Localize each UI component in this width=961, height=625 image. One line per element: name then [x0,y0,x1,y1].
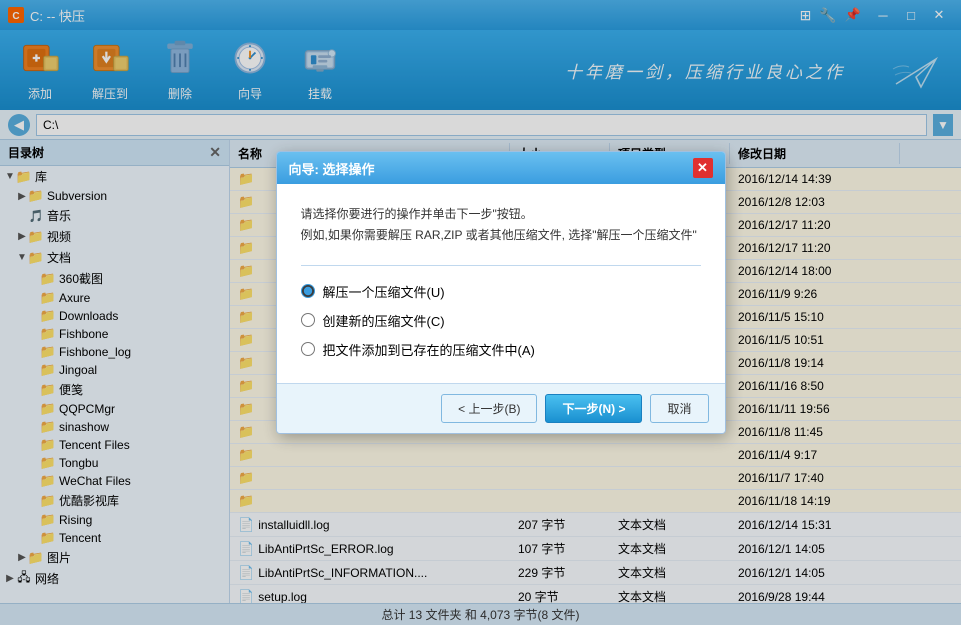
dialog-description: 请选择你要进行的操作并单击下一步"按钮。 例如,如果你需要解压 RAR,ZIP … [301,204,701,245]
dialog-overlay: 向导: 选择操作 ✕ 请选择你要进行的操作并单击下一步"按钮。 例如,如果你需要… [0,0,961,625]
radio-extract-label: 解压一个压缩文件(U) [323,282,445,301]
dialog-title-bar: 向导: 选择操作 ✕ [277,152,725,184]
next-button[interactable]: 下一步(N) > [545,394,642,423]
radio-add-input[interactable] [301,342,315,356]
radio-add-label: 把文件添加到已存在的压缩文件中(A) [323,340,535,359]
dialog-close-button[interactable]: ✕ [693,158,713,178]
prev-button[interactable]: < 上一步(B) [441,394,537,423]
radio-extract[interactable]: 解压一个压缩文件(U) [301,282,701,301]
dialog-body: 请选择你要进行的操作并单击下一步"按钮。 例如,如果你需要解压 RAR,ZIP … [277,184,725,383]
radio-extract-input[interactable] [301,284,315,298]
dialog-title-text: 向导: 选择操作 [289,159,375,178]
wizard-dialog: 向导: 选择操作 ✕ 请选择你要进行的操作并单击下一步"按钮。 例如,如果你需要… [276,151,726,434]
cancel-button[interactable]: 取消 [650,394,708,423]
dialog-separator [301,265,701,266]
dialog-footer: < 上一步(B) 下一步(N) > 取消 [277,383,725,433]
radio-add[interactable]: 把文件添加到已存在的压缩文件中(A) [301,340,701,359]
radio-create[interactable]: 创建新的压缩文件(C) [301,311,701,330]
radio-group: 解压一个压缩文件(U) 创建新的压缩文件(C) 把文件添加到已存在的压缩文件中(… [301,278,701,363]
radio-create-label: 创建新的压缩文件(C) [323,311,445,330]
radio-create-input[interactable] [301,313,315,327]
